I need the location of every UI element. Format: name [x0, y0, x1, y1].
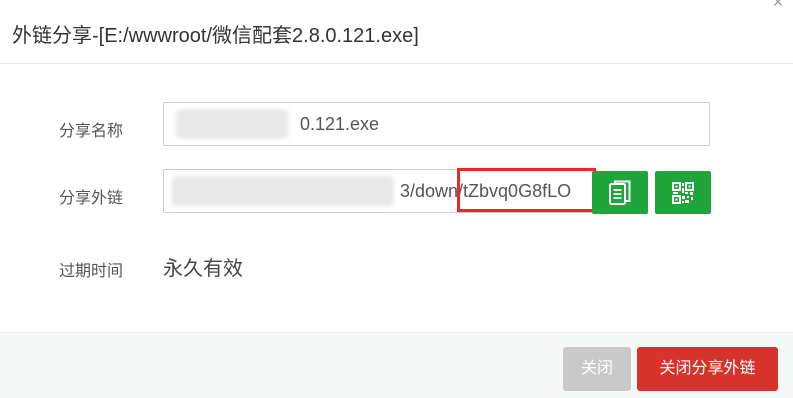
qrcode-button[interactable]	[655, 171, 711, 214]
share-link-field[interactable]: 3/down/tZbvq0G8fLO	[163, 169, 597, 213]
share-link-value: 3/down/tZbvq0G8fLO	[400, 181, 572, 201]
redacted-region	[172, 176, 394, 206]
dialog-header: 外链分享-[E:/wwwroot/微信配套2.8.0.121.exe]	[0, 0, 793, 64]
redacted-region	[176, 109, 288, 139]
expire-time-label: 过期时间	[59, 263, 124, 280]
qrcode-icon	[672, 181, 694, 204]
share-link-label: 分享外链	[59, 190, 124, 207]
copy-icon	[609, 180, 631, 205]
close-button[interactable]: 关闭	[563, 347, 631, 391]
dialog-title: 外链分享-[E:/wwwroot/微信配套2.8.0.121.exe]	[12, 25, 419, 47]
close-share-link-button[interactable]: 关闭分享外链	[637, 347, 778, 391]
copy-link-button[interactable]	[592, 171, 648, 214]
share-name-value: 0.121.exe	[300, 114, 380, 134]
close-icon[interactable]: ×	[763, 0, 793, 11]
expire-time-value: 永久有效	[163, 258, 243, 280]
share-name-field[interactable]: 0.121.exe	[163, 102, 710, 146]
share-name-label: 分享名称	[59, 123, 124, 140]
